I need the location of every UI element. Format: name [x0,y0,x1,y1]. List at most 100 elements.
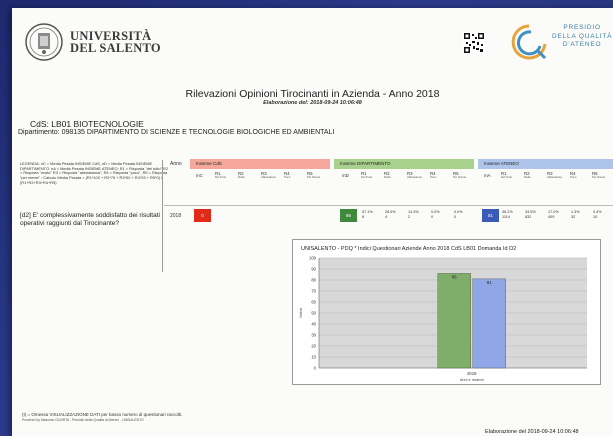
group-header-dipartimento: Insieme DIPARTIMENTO [334,159,474,169]
presidio-name: PRESIDIO DELLA QUALITÀ D'ATENEO [552,24,612,50]
ateneo-r3-value: 17.0% 409 [548,210,559,219]
value-count: 832 [525,214,532,219]
y-tick-label: 0 [314,366,317,371]
table-header-rule [164,205,613,206]
y-tick-label: 40 [311,322,316,327]
anno-header: Anno [170,161,182,167]
subheader-mD: mD [342,173,349,178]
bar [472,278,506,369]
bar-data-label: 81 [487,280,492,285]
ateneo-r1-value: 46.2% 1114 [502,210,513,219]
subheader-ateneo-r4: R4 Poco [570,172,576,179]
subheader-desc: Per Niente [453,174,467,179]
subheader-desc: Del Tutto [501,174,513,179]
dip-r5-value: 0.0% 0 [454,210,463,219]
value-percent: 57.1% [362,210,373,214]
presidio-line2: DELLA QUALITÀ [552,32,613,40]
university-name-line2: DEL SALENTO [70,41,161,55]
subheader-dip-r1: R1 Del Tutto [361,172,372,179]
table-legend: LEGENDA: nC = Media Pesata INSIEME CdS, … [20,161,168,185]
table-divider [162,160,163,272]
subheader-desc: Per Niente [592,174,606,179]
value-percent: 0.0% [431,210,440,214]
subheader-desc: Abbastanza [407,174,422,179]
subheader-ateneo-r1: R1 Del Tutto [501,172,512,179]
value-percent: 0.0% [454,210,463,214]
dip-r1-value: 57.1% 8 [362,210,373,219]
subheader-mC: mC [196,173,203,178]
y-tick-label: 100 [309,256,317,261]
y-tick-label: 10 [311,355,316,360]
subheader-desc: Molto [384,174,391,179]
subheader-desc: Poco [284,174,291,179]
presidio-logo-icon [511,24,547,60]
subheader-desc: Poco [570,174,577,179]
subheader-cds-r3: R3 Abbastanza [261,172,276,179]
value-count: 1114 [502,214,510,219]
subheader-desc: Del Tutto [361,174,373,179]
y-tick-label: 30 [311,333,316,338]
value-percent: 14.3% [408,210,419,214]
value-percent: 34.5% [525,210,536,214]
report-title: Rilevazioni Opinioni Tirocinanti in Azie… [185,88,440,100]
ateneo-r2-value: 34.5% 832 [525,210,536,219]
ateneo-r4-value: 1.3% 32 [571,210,580,219]
subheader-dip-r5: R5 Per Niente [453,172,466,179]
subheader-desc: Abbastanza [261,174,276,179]
row-year: 2018 [170,213,182,219]
value-count: 8 [362,214,365,219]
value-percent: 1.3% [571,210,580,214]
dip-mean-cell: 86 [340,209,357,222]
subheader-ateneo-r5: R5 Per Niente [592,172,605,179]
value-count: 10 [593,214,598,219]
presidio-line3: D'ATENEO [562,41,602,48]
subheader-desc: Abbastanza [547,174,562,179]
presidio-line1: PRESIDIO [563,24,601,31]
y-tick-label: 80 [311,278,316,283]
y-tick-label: 20 [311,344,316,349]
subheader-dip-r4: R4 Poco [430,172,436,179]
dip-r4-value: 0.0% 0 [431,210,440,219]
cds-mean-cell: 0 [194,209,211,222]
report-page: UNIVERSITÀ DEL SALENTO PRESIDIO DELLA QU… [12,8,613,436]
subheader-desc: Poco [430,174,437,179]
footnote: (I) = Omessa VISUALIZZAZIONE DATI per ba… [22,412,183,417]
subheader-ateneo-r3: R3 Abbastanza [547,172,562,179]
value-count: 0 [454,214,457,219]
qr-code-icon [463,32,485,54]
x-axis-label: Anni e Insiemi [460,378,484,382]
ateneo-r5-value: 0.4% 10 [593,210,602,219]
value-count: 0 [431,214,434,219]
elaboration-date: Elaborazione del 2018-09-24 10:06:48 [485,429,579,435]
subheader-cds-r1: R1 Del Tutto [215,172,226,179]
subheader-desc: Molto [524,174,531,179]
y-tick-label: 60 [311,300,316,305]
subheader-dip-r2: R2 Molto [384,172,391,179]
y-tick-label: 70 [311,289,316,294]
bar-data-label: 86 [452,274,457,279]
subheader-cds-r5: R5 Per Niente [307,172,320,179]
dip-r2-value: 28.6% 4 [385,210,396,219]
value-count: 409 [548,214,555,219]
subheader-mA: mA [484,173,491,178]
university-seal-icon [25,23,63,61]
value-count: 2 [408,214,411,219]
chart-frame: UNISALENTO - PDQ * Indici Questionari Az… [292,239,601,385]
dip-r3-value: 14.3% 2 [408,210,419,219]
y-tick-label: 50 [311,311,316,316]
subheader-ateneo-r2: R2 Molto [524,172,531,179]
y-axis-label: Valori [298,308,303,318]
department-label: Dipartimento: 098135 DIPARTIMENTO DI SCI… [18,129,335,136]
subheader-cds-r2: R2 Molto [238,172,245,179]
footer-credit: Powered by Massimo GUARTA - Presidio del… [22,418,144,422]
subheader-desc: Per Niente [307,174,321,179]
value-count: 32 [571,214,576,219]
subheader-desc: Del Tutto [215,174,227,179]
cds-label: CdS: LB01 BIOTECNOLOGIE [30,119,144,129]
bar-chart: 0 10 20 30 40 50 60 70 80 90 100 86 81 2018 Anni e Ins… [298,256,587,382]
question-text: [d2] E' complessivamente soddisfatto dei… [20,212,160,227]
bar [437,273,471,369]
group-header-ateneo: Insieme ATENEO [478,159,613,169]
report-subtitle: Elaborazione del: 2018-09-24 10:06:48 [263,100,362,106]
value-percent: 46.2% [502,210,513,214]
